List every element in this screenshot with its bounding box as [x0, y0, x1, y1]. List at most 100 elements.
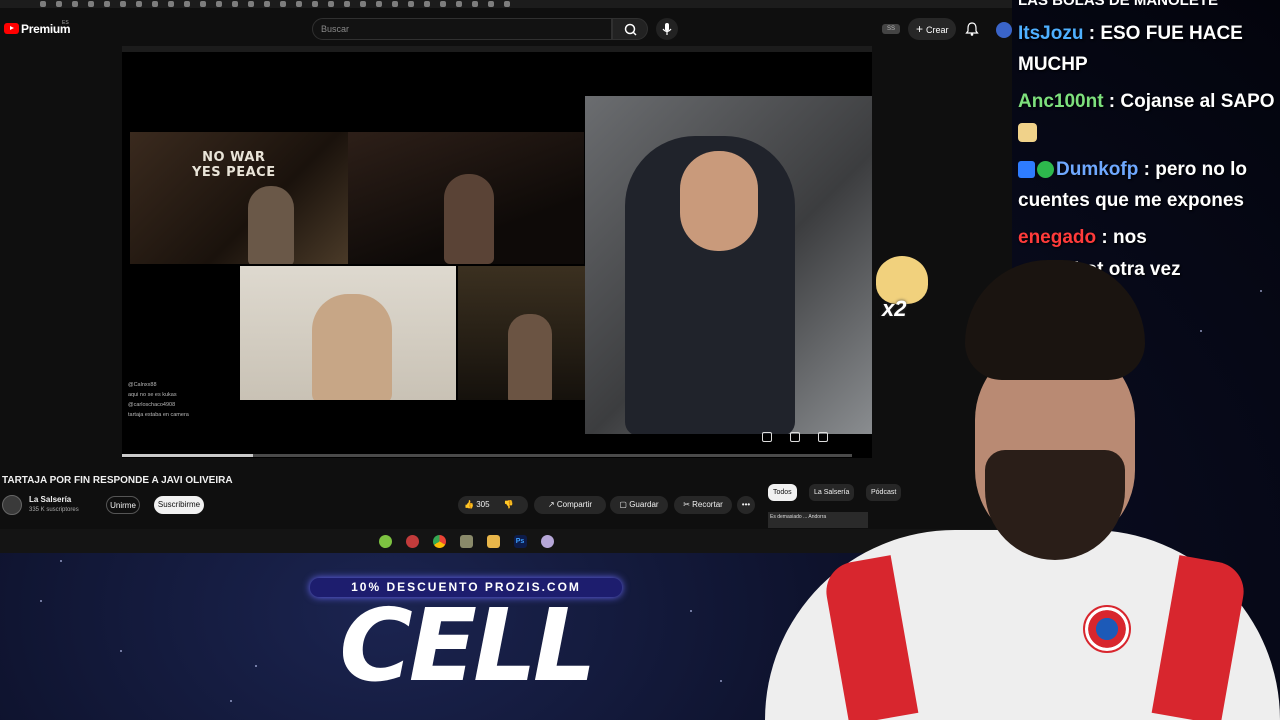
cam-wall-sign: NO WAR YES PEACE [192, 150, 276, 180]
tab-favicon[interactable] [184, 1, 190, 7]
star [60, 560, 62, 562]
channel-avatar[interactable] [2, 495, 22, 515]
tab-favicon[interactable] [248, 1, 254, 7]
star [120, 650, 122, 652]
tab-favicon[interactable] [200, 1, 206, 7]
thumbs-up-icon[interactable]: 👍 [464, 500, 476, 509]
tab-favicon[interactable] [392, 1, 398, 7]
chrome-icon[interactable] [432, 534, 446, 548]
app-icon-tool[interactable] [459, 534, 473, 548]
chat-text: : Cojanse al SAPO [1103, 91, 1275, 112]
tab-favicon[interactable] [344, 1, 350, 7]
app-icon-green[interactable] [378, 534, 392, 548]
plus-icon: + [916, 22, 924, 36]
create-button[interactable]: + Crear [908, 18, 956, 40]
promo-code-text: CELL [339, 587, 596, 704]
tab-favicon[interactable] [488, 1, 494, 7]
notifications-bell-icon[interactable] [964, 21, 980, 37]
in-video-chat: @Calnxx88 aqui no se es kukas @carloscha… [128, 380, 248, 440]
tab-favicon[interactable] [232, 1, 238, 7]
thumbs-down-icon[interactable]: 👎 [504, 500, 514, 509]
region-code: ES [62, 20, 69, 26]
chat-message: ItsJozu : ESO FUE HACE MUCHP [1018, 18, 1276, 80]
in-video-chat-line: @carloschaco4908 [128, 402, 176, 408]
save-label: Guardar [629, 500, 659, 509]
voice-search-button[interactable] [656, 18, 678, 40]
tab-favicon[interactable] [328, 1, 334, 7]
progress-bar[interactable] [122, 454, 852, 457]
in-video-chat-line: aqui no se es kukas [128, 392, 177, 398]
sign-line-2: YES PEACE [192, 165, 276, 180]
search-input[interactable]: Buscar [312, 18, 612, 40]
tab-favicon[interactable] [40, 1, 46, 7]
share-icon: ↗ [547, 500, 557, 509]
tab-favicon[interactable] [168, 1, 174, 7]
person-silhouette [312, 294, 392, 400]
chat-text: : nos [1096, 227, 1147, 248]
tab-favicon[interactable] [408, 1, 414, 7]
tab-favicon[interactable] [376, 1, 382, 7]
subscriber-count: 335 K suscriptores [29, 507, 79, 513]
search-button[interactable] [612, 18, 648, 40]
person-face [680, 151, 758, 251]
chat-message: Dumkofp : pero no lo cuentes que me expo… [1018, 154, 1276, 216]
browser-tabstrip[interactable] [0, 0, 1012, 8]
star [255, 665, 257, 667]
tab-favicon[interactable] [440, 1, 446, 7]
more-actions-button[interactable]: ••• [737, 496, 755, 514]
person-silhouette [444, 174, 494, 264]
photoshop-icon[interactable]: Ps [513, 534, 527, 548]
like-dislike-button[interactable]: 👍 305 👎 [458, 496, 528, 514]
tab-favicon[interactable] [456, 1, 462, 7]
tab-favicon[interactable] [312, 1, 318, 7]
tab-favicon[interactable] [56, 1, 62, 7]
video-player[interactable]: NO WAR YES PEACE @Calnxx88 aqui no se es [122, 46, 872, 458]
tab-favicon[interactable] [360, 1, 366, 7]
tab-favicon[interactable] [296, 1, 302, 7]
streamer-webcam [765, 260, 1280, 720]
extension-badge[interactable]: SS [882, 24, 900, 34]
person-silhouette [508, 314, 552, 400]
video-cam-left-top: NO WAR YES PEACE [130, 132, 348, 264]
clip-button[interactable]: ✂ Recortar [674, 496, 732, 514]
tab-favicon[interactable] [152, 1, 158, 7]
app-icon-purple[interactable] [540, 534, 554, 548]
tab-favicon[interactable] [264, 1, 270, 7]
star [720, 680, 722, 682]
streamer-hair [965, 260, 1145, 380]
youtube-logo-icon[interactable] [4, 23, 19, 34]
emoji-icon [1018, 123, 1037, 143]
chat-prev-line: LAS BOLAS DE MANOLETE [1018, 0, 1219, 9]
channel-name[interactable]: La Salsería [29, 495, 71, 504]
stream-overlay: Premium ES Buscar SS + Crear NO WAR YES … [0, 0, 1280, 720]
like-count: 305 [476, 500, 490, 509]
tab-favicon[interactable] [72, 1, 78, 7]
account-avatar[interactable] [996, 22, 1012, 38]
tab-favicon[interactable] [504, 1, 510, 7]
app-icon-red[interactable] [405, 534, 419, 548]
video-cam-center-top [348, 132, 584, 264]
tab-favicon[interactable] [120, 1, 126, 7]
tab-favicon[interactable] [280, 1, 286, 7]
share-button[interactable]: ↗ Compartir [534, 496, 606, 514]
subscribe-button[interactable]: Suscribirme [154, 496, 204, 514]
join-button[interactable]: Unirme [106, 496, 140, 514]
tab-favicon[interactable] [88, 1, 94, 7]
create-label: Crear [926, 25, 949, 35]
chat-username: Anc100nt [1018, 91, 1104, 112]
star [40, 600, 42, 602]
tab-favicon[interactable] [136, 1, 142, 7]
video-cam-small [458, 266, 586, 400]
tab-favicon[interactable] [104, 1, 110, 7]
tab-favicon[interactable] [472, 1, 478, 7]
tab-favicon[interactable] [424, 1, 430, 7]
chat-username: enegado [1018, 227, 1097, 248]
stream-chat: LAS BOLAS DE MANOLETE ItsJozu : ESO FUE … [1012, 0, 1280, 290]
folder-icon[interactable] [486, 534, 500, 548]
video-title: TARTAJA POR FIN RESPONDE A JAVI OLIVEIRA [2, 475, 233, 486]
save-button[interactable]: ▢ Guardar [610, 496, 668, 514]
chat-message: Anc100nt : Cojanse al SAPO [1018, 86, 1276, 148]
chat-username: Dumkofp [1056, 159, 1139, 180]
clip-label: Recortar [692, 500, 723, 509]
tab-favicon[interactable] [216, 1, 222, 7]
